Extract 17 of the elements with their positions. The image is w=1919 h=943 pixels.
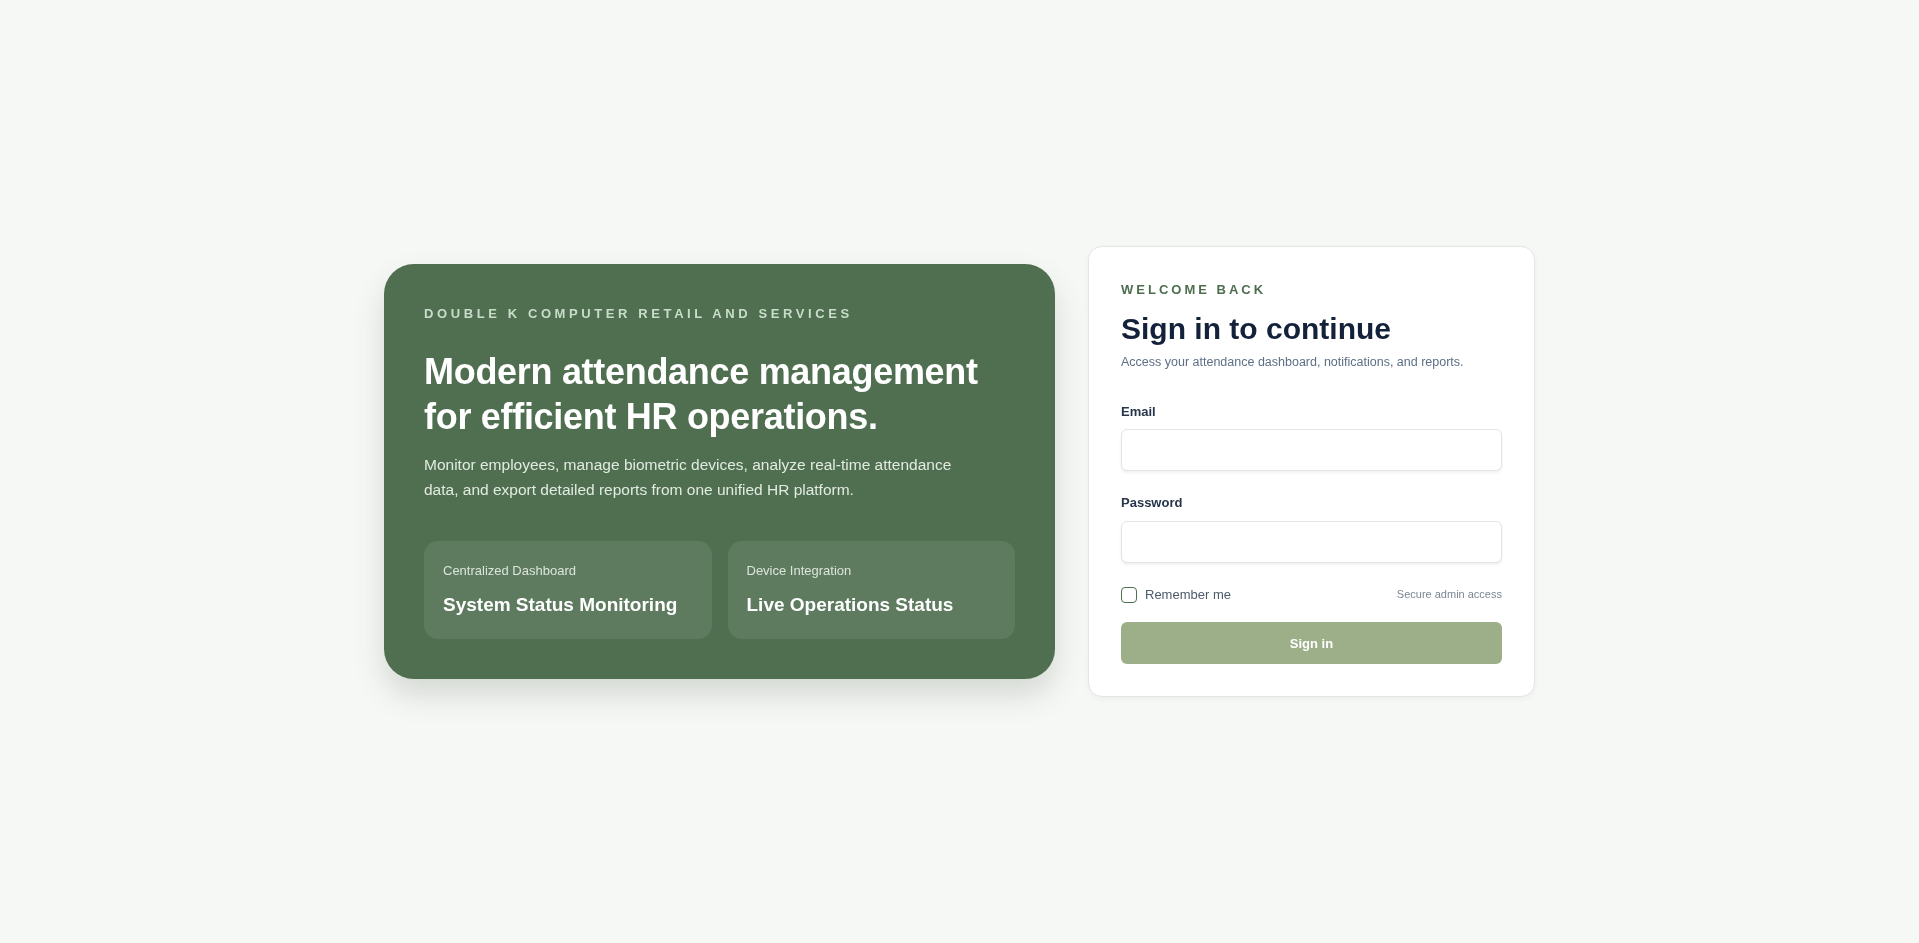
feature-label: Device Integration (746, 562, 853, 581)
brand-name: DOUBLE K COMPUTER RETAIL AND SERVICES (424, 304, 854, 323)
input-field[interactable] (1121, 520, 1502, 563)
headline: Modern attendance management for efficient HR operations. (424, 350, 979, 440)
remember-label[interactable]: Remember me (1145, 584, 1231, 605)
security-note: Secure admin access (1396, 587, 1502, 603)
field-label: Password (1121, 494, 1184, 513)
feature-title: System Status Monitoring (443, 592, 679, 617)
feature-label: Centralized Dashboard (443, 562, 577, 581)
field-label: Email (1121, 402, 1157, 421)
login-title: Sign in to continue (1121, 311, 1392, 348)
eyebrow-text: WELCOME BACK (1121, 280, 1268, 299)
input-field[interactable] (1121, 429, 1502, 472)
feature-title: Live Operations Status (746, 592, 955, 617)
login-subtitle: Access your attendance dashboard, notifications, and reports. (1121, 354, 1465, 372)
remember-checkbox[interactable] (1121, 586, 1137, 603)
description: Monitor employees, manage biometric devices, analyze real-time attendance data, and export detailed reports from one unified HR platform. (424, 455, 953, 501)
